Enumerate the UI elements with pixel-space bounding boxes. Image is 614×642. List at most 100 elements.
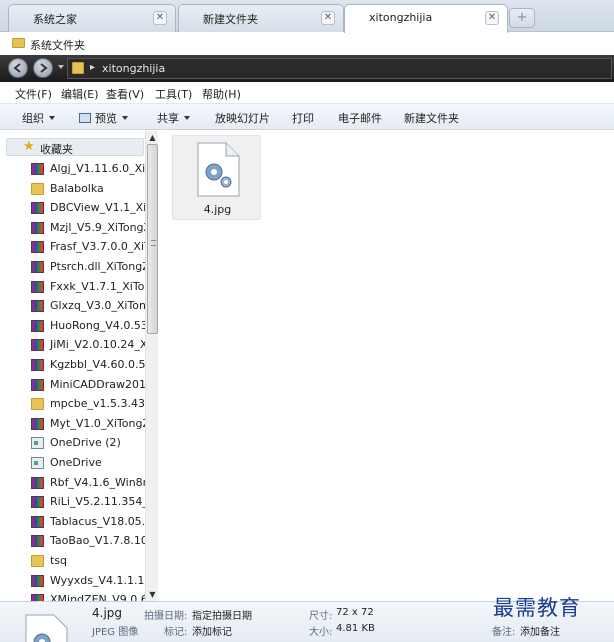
scroll-up-arrow-icon[interactable]: ▲ xyxy=(146,131,159,144)
size-value: 4.81 KB xyxy=(336,623,375,634)
sidebar-item[interactable]: Wyyxds_V4.1.1.100 xyxy=(31,571,145,590)
tab-xitongzhijia[interactable]: xitongzhijia ✕ xyxy=(344,4,508,33)
archive-icon xyxy=(31,359,44,371)
tags-value[interactable]: 添加标记 xyxy=(192,623,232,638)
tags-label: 标记: xyxy=(164,627,188,638)
new-tab-button[interactable]: + xyxy=(509,8,535,28)
sidebar-item-label: JiMi_V2.0.10.24_XiT xyxy=(50,338,145,352)
scroll-down-arrow-icon[interactable]: ▼ xyxy=(146,588,159,601)
sidebar-item-label: Ptsrch.dll_XiTongZh xyxy=(50,260,145,273)
address-bar[interactable]: ▸ xitongzhijia xyxy=(67,58,612,79)
sidebar-item-label: TaoBao_V1.7.8.10_ xyxy=(50,534,145,548)
sidebar-item-label: RiLi_V5.2.11.354_Wi xyxy=(50,495,145,509)
archive-icon xyxy=(31,221,44,234)
file-name: 4.jpg xyxy=(203,203,232,216)
tab-new-folder[interactable]: 新建文件夹 ✕ xyxy=(178,4,344,32)
sidebar-item-label: MiniCADDraw2018 xyxy=(50,377,145,391)
chevron-down-icon xyxy=(122,116,128,120)
menu-edit[interactable]: 编辑(E) xyxy=(61,86,99,102)
sidebar-item[interactable]: Kgzbbl_V4.60.0.520 xyxy=(31,355,145,374)
email-button[interactable]: 电子邮件 xyxy=(338,110,382,126)
sidebar-item[interactable]: TaoBao_V1.7.8.10_ xyxy=(31,531,145,550)
sidebar-item[interactable]: mpcbe_v1.5.3.4312 xyxy=(31,394,145,413)
sidebar-item[interactable]: Algj_V1.11.6.0_XiTo xyxy=(31,159,145,178)
sidebar-item-label: XMindZEN_V9.0.6.C xyxy=(50,593,145,601)
preview-button[interactable]: 预览 xyxy=(79,110,128,126)
folder-icon xyxy=(12,38,25,48)
menu-file[interactable]: 文件(F) xyxy=(15,86,52,102)
sidebar-item[interactable]: OneDrive (2) xyxy=(31,433,145,452)
sidebar-item[interactable]: MiniCADDraw2018 xyxy=(31,375,145,394)
print-button[interactable]: 打印 xyxy=(292,110,314,126)
sidebar-item-label: Kgzbbl_V4.60.0.520 xyxy=(50,358,145,371)
sidebar-item[interactable]: XMindZEN_V9.0.6.C xyxy=(31,590,145,601)
slideshow-button[interactable]: 放映幻灯片 xyxy=(215,110,270,126)
sidebar-item[interactable]: Rbf_V4.1.6_Win8net xyxy=(31,473,145,492)
sidebar-scrollbar[interactable]: ▲ ▼ xyxy=(145,131,158,601)
sidebar-item[interactable]: DBCView_V1.1_XiTo xyxy=(31,198,145,217)
sidebar-item-label: tsq xyxy=(50,554,68,567)
history-dropdown-icon[interactable] xyxy=(58,65,64,69)
sidebar-item-label: OneDrive (2) xyxy=(50,436,121,450)
forward-button[interactable] xyxy=(33,58,53,78)
file-thumbnail-icon xyxy=(25,614,68,642)
archive-icon xyxy=(31,261,44,273)
date-taken-label: 拍摄日期: xyxy=(144,611,188,622)
navigation-pane: ★ 收藏夹 Algj_V1.11.6.0_XiTo Balabolka DBCVie… xyxy=(0,131,158,601)
new-folder-button[interactable]: 新建文件夹 xyxy=(404,110,459,126)
organize-button[interactable]: 组织 xyxy=(22,110,55,126)
sidebar-item[interactable]: HuoRong_V4.0.53.6 xyxy=(31,316,145,335)
favorites-header[interactable]: ★ 收藏夹 xyxy=(6,138,144,156)
grip-icon xyxy=(151,240,156,246)
breadcrumb-separator[interactable]: ▸ xyxy=(90,62,95,73)
sidebar-item[interactable]: Ptsrch.dll_XiTongZh xyxy=(31,257,145,276)
notes-label: 备注: xyxy=(492,627,516,638)
tab-label: 系统之家 xyxy=(33,13,77,26)
date-taken-value[interactable]: 指定拍摄日期 xyxy=(192,607,252,622)
archive-icon xyxy=(31,202,44,215)
tab-label: xitongzhijia xyxy=(369,11,433,24)
sidebar-item[interactable]: Tablacus_V18.05.01 xyxy=(31,512,145,531)
dimensions-label: 尺寸: xyxy=(309,611,333,622)
sidebar-item[interactable]: Balabolka xyxy=(31,179,145,198)
sidebar-item[interactable]: tsq xyxy=(31,551,145,570)
menu-tools[interactable]: 工具(T) xyxy=(155,86,192,102)
share-label: 共享 xyxy=(157,112,179,125)
share-button[interactable]: 共享 xyxy=(157,110,190,126)
close-icon[interactable]: ✕ xyxy=(485,11,499,25)
command-bar: 组织 预览 共享 放映幻灯片 打印 电子邮件 新建文件夹 xyxy=(0,104,614,130)
sidebar-item[interactable]: Myt_V1.0_XiTongZh xyxy=(31,414,145,433)
menu-help[interactable]: 帮助(H) xyxy=(202,86,241,102)
close-icon[interactable]: ✕ xyxy=(153,11,167,25)
sidebar-item[interactable]: Glxzq_V3.0_XiTongZ xyxy=(31,296,145,315)
breadcrumb-item[interactable]: xitongzhijia xyxy=(102,62,165,75)
folder-icon xyxy=(31,182,44,195)
sidebar-item[interactable]: Fxxk_V1.7.1_XiTong xyxy=(31,277,145,296)
folder-icon xyxy=(31,555,44,567)
arrow-right-icon xyxy=(40,63,48,73)
file-item[interactable]: 4.jpg xyxy=(172,135,261,220)
tab-xitongzhijia-home[interactable]: 系统之家 ✕ xyxy=(8,4,176,32)
notes-value[interactable]: 添加备注 xyxy=(520,623,560,638)
archive-icon xyxy=(31,300,44,313)
sidebar-item[interactable]: Frasf_V3.7.0.0_XiTo xyxy=(31,237,145,256)
details-file-type: JPEG 图像 xyxy=(92,627,139,638)
sidebar-item-label: mpcbe_v1.5.3.4312 xyxy=(50,397,145,411)
archive-icon xyxy=(31,496,44,509)
sidebar-item[interactable]: OneDrive xyxy=(31,453,145,472)
scrollbar-thumb[interactable] xyxy=(147,144,158,334)
sidebar-item[interactable]: Mzjl_V5.9_XiTongZh xyxy=(31,218,145,237)
drive-icon xyxy=(31,437,44,450)
tab-strip: 系统之家 ✕ 新建文件夹 ✕ xitongzhijia ✕ + xyxy=(0,0,614,33)
close-icon[interactable]: ✕ xyxy=(321,11,335,25)
tab-label: 新建文件夹 xyxy=(203,13,258,26)
window-title: 系统文件夹 xyxy=(30,39,85,52)
preview-icon xyxy=(79,113,91,123)
sidebar-item-label: Algj_V1.11.6.0_XiTo xyxy=(50,162,145,175)
sidebar-item[interactable]: RiLi_V5.2.11.354_Wi xyxy=(31,492,145,511)
chevron-down-icon xyxy=(49,116,55,120)
sidebar-item[interactable]: JiMi_V2.0.10.24_XiT xyxy=(31,335,145,354)
back-button[interactable] xyxy=(8,58,28,78)
navigation-bar: ▸ xitongzhijia xyxy=(0,55,614,82)
menu-view[interactable]: 查看(V) xyxy=(106,86,144,102)
